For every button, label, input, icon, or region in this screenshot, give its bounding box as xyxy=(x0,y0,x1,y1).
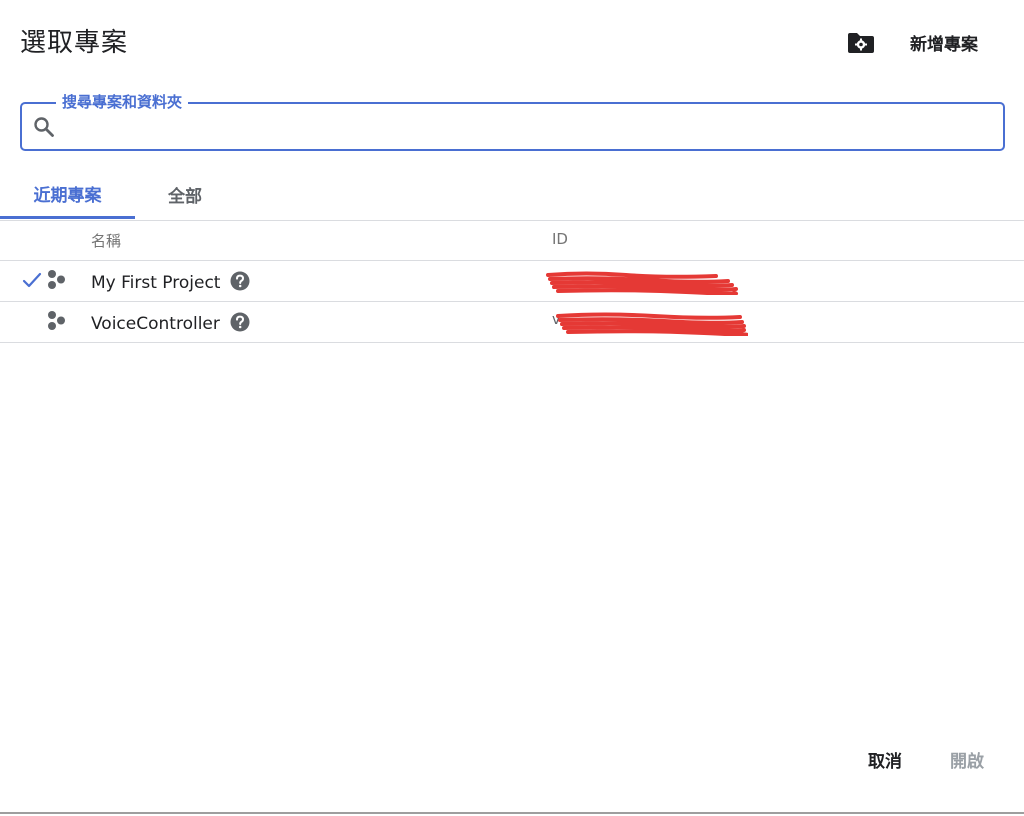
project-table: 名稱 ID My First Project VoiceController v xyxy=(0,220,1024,343)
new-project-button[interactable]: 新增專案 xyxy=(904,26,984,59)
project-hexagons-icon xyxy=(48,270,65,289)
search-icon xyxy=(34,117,54,137)
folder-settings-icon xyxy=(848,32,874,53)
tab-bar: 近期專案 全部 xyxy=(0,170,1024,221)
redaction-scribble xyxy=(546,271,738,295)
project-id xyxy=(546,271,742,295)
open-button[interactable]: 開啟 xyxy=(944,743,990,776)
search-input[interactable] xyxy=(66,112,990,144)
tab-recent-projects[interactable]: 近期專案 xyxy=(0,170,135,219)
table-header: 名稱 ID xyxy=(0,220,1024,261)
table-row[interactable]: VoiceController v xyxy=(0,302,1024,343)
header-actions: 新增專案 xyxy=(846,26,984,59)
project-name: VoiceController xyxy=(91,312,250,334)
dialog-title: 選取專案 xyxy=(20,28,129,58)
project-name-text: My First Project xyxy=(91,273,221,293)
help-icon[interactable] xyxy=(230,312,250,332)
project-id: v xyxy=(552,312,748,336)
dialog-footer: 取消 開啟 xyxy=(862,743,990,776)
table-row[interactable]: My First Project xyxy=(0,261,1024,302)
project-name-text: VoiceController xyxy=(91,314,220,334)
project-hexagons-icon xyxy=(48,311,65,330)
column-header-name: 名稱 xyxy=(91,232,122,250)
project-name: My First Project xyxy=(91,271,250,293)
redaction-scribble xyxy=(556,312,748,336)
check-icon xyxy=(22,272,42,288)
help-icon[interactable] xyxy=(230,271,250,291)
search-field[interactable]: 搜尋專案和資料夾 xyxy=(20,91,1005,151)
tab-all[interactable]: 全部 xyxy=(135,170,235,218)
cancel-button[interactable]: 取消 xyxy=(862,743,908,776)
column-header-id: ID xyxy=(552,230,568,248)
folder-settings-button[interactable] xyxy=(846,30,876,56)
select-project-dialog: 選取專案 新增專案 搜尋專案和資料夾 近期專案 全部 名稱 ID My Firs… xyxy=(0,0,1024,814)
search-label: 搜尋專案和資料夾 xyxy=(56,91,189,112)
